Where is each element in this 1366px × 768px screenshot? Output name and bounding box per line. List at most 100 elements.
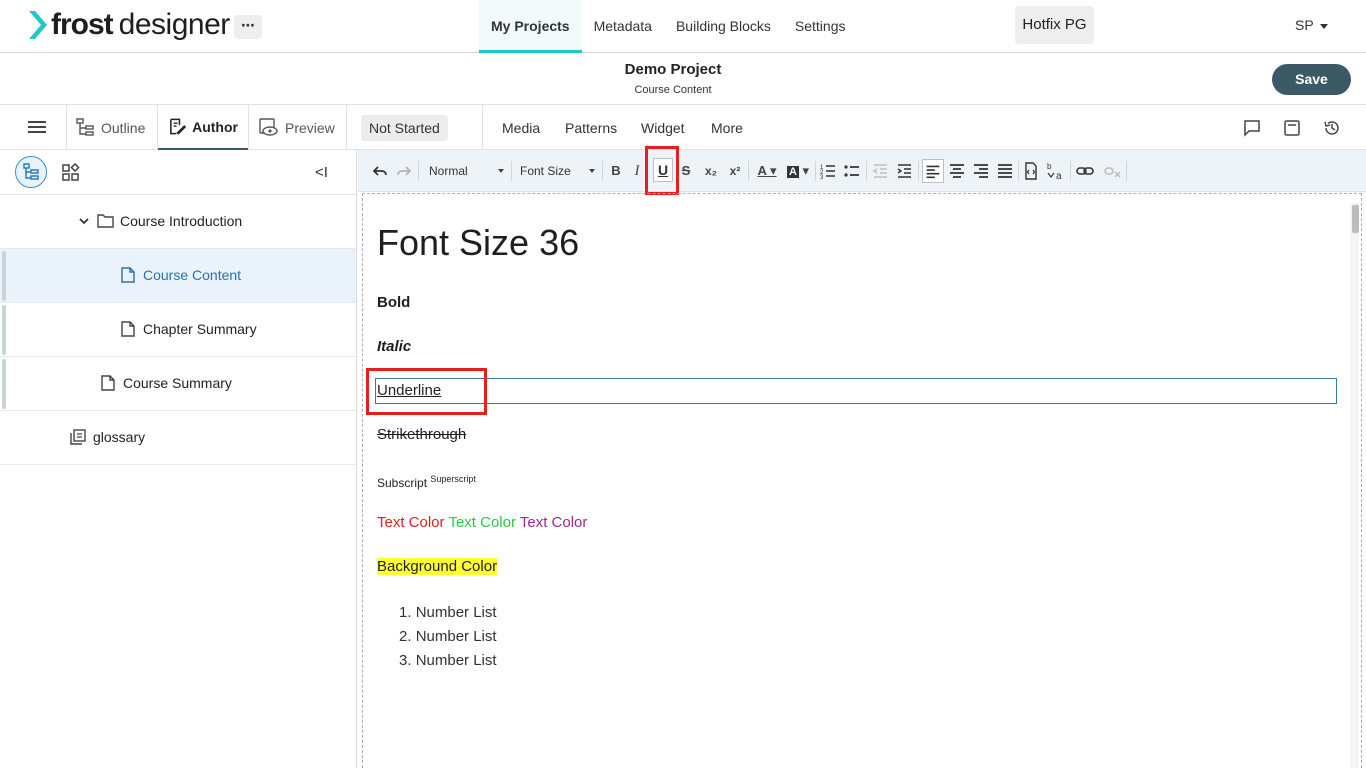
editor-content-area[interactable] [362, 193, 1362, 768]
hamburger-menu-icon[interactable] [28, 121, 46, 135]
list-item-label: Number List [415, 628, 497, 645]
preview-eye-icon [259, 118, 278, 136]
project-title: Demo Project [624, 61, 722, 78]
paragraph-style-select[interactable]: Normal [429, 161, 504, 181]
user-initials: SP [1295, 17, 1314, 33]
history-icon[interactable] [1323, 119, 1341, 137]
source-code-icon[interactable] [1023, 161, 1039, 181]
chevron-down-icon[interactable] [78, 215, 90, 227]
tab-author[interactable]: Author [158, 105, 248, 150]
svg-text:a: a [1056, 171, 1062, 181]
tree-item-course-introduction[interactable]: Course Introduction [0, 195, 356, 249]
tab-preview[interactable]: Preview [259, 105, 335, 150]
doc-purple-text: Text Color [519, 514, 588, 531]
editor-tabs-row: Outline Author Preview Not Started Media… [0, 105, 1366, 150]
subnav-media[interactable]: Media [502, 105, 540, 150]
align-center-icon[interactable] [949, 161, 965, 181]
tab-outline-label: Outline [101, 119, 146, 136]
tree-item-course-content[interactable]: Course Content [0, 249, 356, 303]
doc-bold-text[interactable]: Bold [377, 294, 410, 311]
tab-outline[interactable]: Outline [76, 105, 145, 150]
comment-icon[interactable] [1243, 119, 1261, 137]
svg-text:b: b [1047, 162, 1052, 171]
subnav-more[interactable]: More [711, 105, 743, 150]
tree-view-button[interactable] [15, 156, 47, 188]
superscript-button[interactable]: x² [726, 161, 744, 181]
tree-item-label: Chapter Summary [143, 321, 257, 337]
logo-designer-text: designer [118, 8, 231, 41]
numbered-list-icon[interactable]: 123 [820, 161, 836, 181]
list-item: 3. Number List [399, 652, 497, 669]
tree-item-label: glossary [93, 429, 146, 445]
outdent-icon[interactable] [872, 161, 888, 181]
main-nav: My Projects Metadata Building Blocks Set… [479, 0, 858, 53]
text-color-button[interactable]: A ▾ [754, 161, 780, 181]
editor-scrollbar[interactable] [1350, 203, 1359, 768]
doc-heading-font-size[interactable]: Font Size 36 [377, 222, 579, 264]
more-options-button[interactable]: ⋯ [234, 15, 262, 39]
doc-background-color-text[interactable]: Background Color [377, 558, 498, 575]
notes-icon[interactable] [1283, 119, 1301, 137]
save-button[interactable]: Save [1272, 64, 1351, 95]
outline-panel-toolbar: <I [0, 150, 356, 195]
chevron-down-icon [1319, 23, 1328, 29]
doc-text-color-line[interactable]: Text Color Text Color Text Color [377, 514, 587, 531]
italic-button[interactable]: I [630, 161, 644, 181]
font-size-select[interactable]: Font Size [520, 161, 595, 181]
background-color-button[interactable]: A ▾ [785, 161, 811, 181]
page-icon [101, 375, 115, 391]
grid-view-icon[interactable] [61, 163, 81, 183]
list-item: 1. Number List [399, 604, 497, 621]
link-icon[interactable] [1076, 161, 1094, 181]
nav-my-projects[interactable]: My Projects [479, 0, 582, 53]
strikethrough-button[interactable]: S [678, 161, 694, 181]
scrollbar-thumb[interactable] [1352, 205, 1359, 233]
svg-text:3: 3 [820, 175, 824, 181]
bullet-list-icon[interactable] [844, 161, 860, 181]
font-size-value: Font Size [520, 164, 571, 178]
tree-item-chapter-summary[interactable]: Chapter Summary [0, 303, 356, 357]
tree-item-label: Course Summary [123, 375, 232, 391]
list-item-label: Number List [415, 604, 497, 621]
doc-red-text: Text Color [377, 514, 445, 531]
workspace-button[interactable]: Hotfix PG [1015, 6, 1094, 44]
undo-icon[interactable] [372, 161, 388, 181]
selected-line-outline [375, 378, 1337, 404]
tree-item-course-summary[interactable]: Course Summary [0, 357, 356, 411]
nav-metadata[interactable]: Metadata [582, 0, 664, 53]
collapse-panel-icon[interactable]: <I [315, 164, 328, 181]
tree-view-icon [23, 163, 39, 180]
align-left-icon[interactable] [922, 159, 944, 183]
subscript-button[interactable]: x₂ [702, 161, 720, 181]
status-badge[interactable]: Not Started [361, 115, 448, 141]
align-right-icon[interactable] [973, 161, 989, 181]
nav-building-blocks[interactable]: Building Blocks [664, 0, 783, 53]
redo-icon[interactable] [396, 161, 412, 181]
glossary-icon [70, 429, 86, 445]
user-menu[interactable]: SP [1295, 17, 1328, 33]
special-characters-icon[interactable]: ba [1046, 161, 1066, 181]
doc-number-list[interactable]: 1. Number List 2. Number List 3. Number … [399, 601, 497, 673]
bold-button[interactable]: B [608, 161, 624, 181]
background-color-label: A [786, 166, 799, 178]
page-icon [121, 267, 135, 283]
tab-preview-label: Preview [285, 119, 335, 136]
subnav-patterns[interactable]: Patterns [565, 105, 617, 150]
underline-text-highlight [366, 368, 487, 415]
nav-settings[interactable]: Settings [783, 0, 858, 53]
doc-strikethrough-text[interactable]: Strikethrough [377, 426, 466, 443]
page-icon [121, 321, 135, 337]
project-header: Demo Project Course Content Save [0, 53, 1366, 105]
doc-italic-text[interactable]: Italic [377, 338, 411, 355]
outline-panel: <I Course Introduction Course Content Ch… [0, 150, 357, 768]
tree-item-label: Course Content [143, 267, 242, 283]
doc-sub-super-line[interactable]: Subscript Superscript [377, 474, 476, 490]
tree-item-label: Course Introduction [120, 213, 243, 229]
tree-item-glossary[interactable]: glossary [0, 411, 356, 465]
top-navbar: frost designer ⋯ My Projects Metadata Bu… [0, 0, 1366, 53]
subnav-widget[interactable]: Widget [641, 105, 685, 150]
unlink-icon[interactable] [1104, 161, 1122, 181]
indent-icon[interactable] [896, 161, 912, 181]
frost-designer-logo[interactable]: frost designer [27, 8, 230, 42]
align-justify-icon[interactable] [997, 161, 1013, 181]
